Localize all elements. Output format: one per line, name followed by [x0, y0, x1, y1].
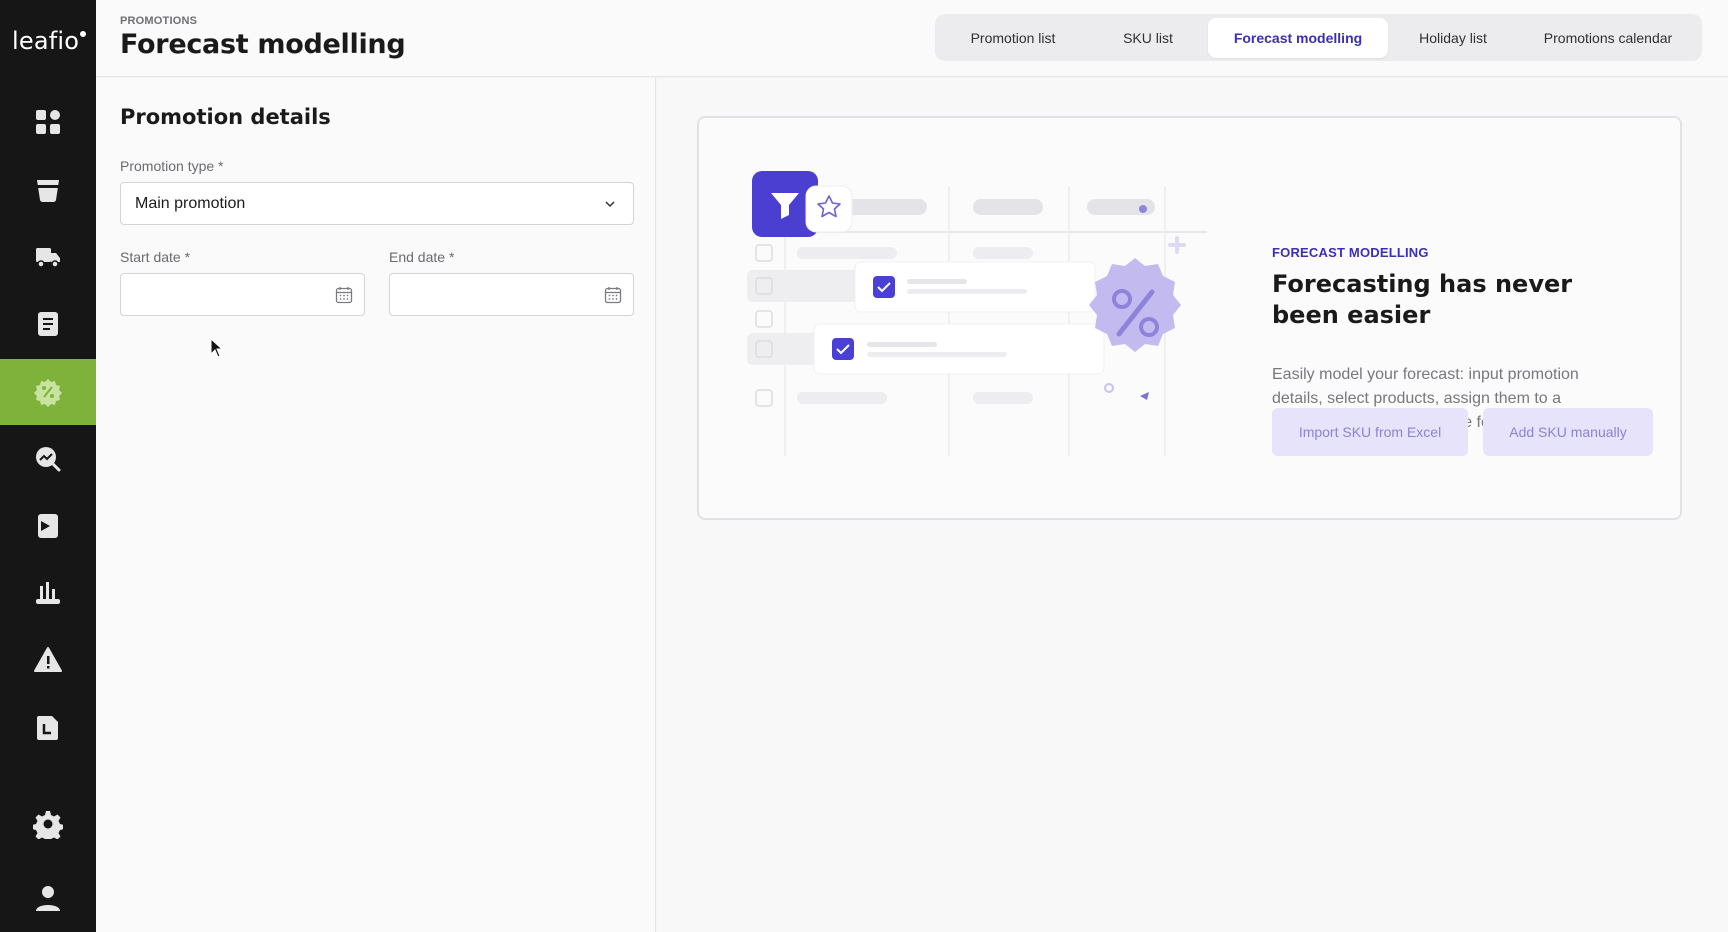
card-eyebrow: FORECAST MODELLING [1272, 245, 1429, 260]
promotion-type-label: Promotion type * [120, 158, 224, 174]
nav-settings[interactable] [0, 791, 96, 857]
end-date-input[interactable] [389, 273, 634, 316]
user-profile-icon [36, 886, 60, 911]
nav-reports[interactable] [0, 560, 96, 626]
sidebar: leafio [0, 0, 96, 932]
nav-alerts[interactable] [0, 627, 96, 693]
chevron-down-icon [605, 201, 615, 208]
nav-profile[interactable] [0, 865, 96, 931]
tab-bar: Promotion list SKU list Forecast modelli… [935, 14, 1702, 61]
end-date-label: End date * [389, 249, 455, 265]
forecast-content-area: FORECAST MODELLING Forecasting has never… [657, 78, 1728, 932]
nav-products[interactable] [0, 157, 96, 223]
tab-sku-list[interactable]: SKU list [1088, 18, 1208, 58]
document-list-icon [38, 312, 58, 336]
promo-percent-icon [34, 379, 62, 407]
top-header: PROMOTIONS Forecast modelling Promotion … [96, 0, 1728, 77]
breadcrumb[interactable]: PROMOTIONS [120, 15, 197, 27]
import-sku-excel-button[interactable]: Import SKU from Excel [1272, 408, 1468, 456]
cup-icon [37, 180, 59, 203]
page-title: Forecast modelling [120, 29, 406, 60]
tab-promotion-list[interactable]: Promotion list [938, 18, 1088, 58]
section-title: Promotion details [120, 105, 331, 129]
trend-search-icon [36, 447, 61, 472]
dashboard-icon [36, 110, 60, 134]
forecast-illustration [747, 171, 1207, 456]
add-sku-manually-button[interactable]: Add SKU manually [1483, 408, 1653, 456]
file-l-icon [37, 716, 58, 740]
calendar-icon[interactable] [335, 286, 353, 304]
tab-forecast-modelling[interactable]: Forecast modelling [1208, 17, 1388, 58]
nav-delivery[interactable] [0, 224, 96, 290]
promotion-details-panel: Promotion details Promotion type * Main … [96, 78, 656, 932]
mouse-cursor-icon [210, 338, 224, 358]
nav-logs[interactable] [0, 695, 96, 761]
nav-orders[interactable] [0, 291, 96, 357]
nav-promotions[interactable] [0, 359, 96, 425]
settings-gear-icon [33, 811, 63, 839]
warning-icon [34, 647, 62, 672]
promotion-type-value: Main promotion [135, 194, 246, 212]
bookmark-flag-icon [38, 514, 58, 538]
nav-planning[interactable] [0, 493, 96, 559]
start-date-input[interactable] [120, 273, 365, 316]
bar-chart-icon [36, 582, 60, 604]
empty-state-card: FORECAST MODELLING Forecasting has never… [697, 116, 1682, 520]
logo[interactable]: leafio [12, 27, 87, 55]
card-heading: Forecasting has never been easier [1272, 270, 1573, 329]
tab-holiday-list[interactable]: Holiday list [1388, 18, 1518, 58]
nav-dashboard[interactable] [0, 89, 96, 155]
start-date-label: Start date * [120, 249, 191, 265]
calendar-icon[interactable] [604, 286, 622, 304]
nav-analytics[interactable] [0, 426, 96, 492]
truck-icon [36, 248, 60, 268]
tab-promotions-calendar[interactable]: Promotions calendar [1518, 18, 1698, 58]
promotion-type-select[interactable]: Main promotion [120, 182, 634, 225]
